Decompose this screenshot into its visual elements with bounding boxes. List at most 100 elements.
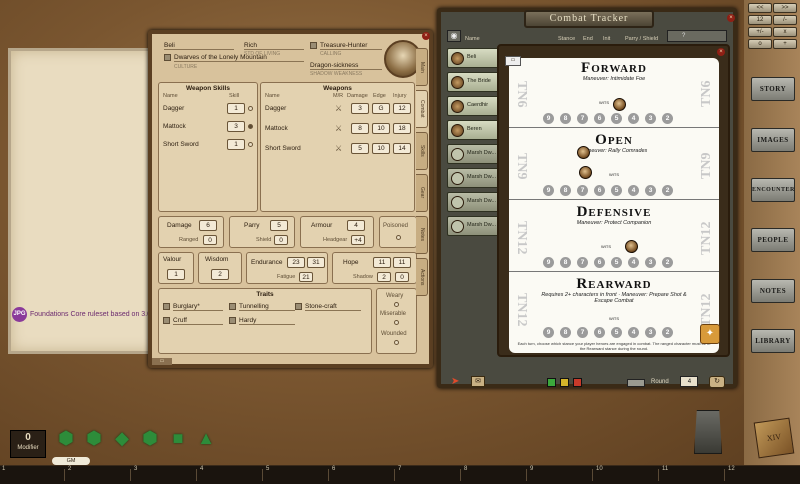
hotkey-slot[interactable]: 4 <box>200 466 203 472</box>
weapon-edge[interactable]: 10 <box>372 143 390 154</box>
hotkey-slot[interactable]: 12 <box>728 466 735 472</box>
poisoned-toggle[interactable] <box>396 235 401 240</box>
hotkey-slot[interactable]: 8 <box>464 466 467 472</box>
race-field[interactable]: Rich <box>244 42 304 50</box>
wits-number[interactable]: 2 <box>662 327 673 338</box>
close-icon[interactable]: × <box>717 48 725 56</box>
ct-row[interactable]: Beren <box>447 120 503 140</box>
ct-row[interactable]: Caerdhir <box>447 96 503 116</box>
tab-notes[interactable]: Notes <box>416 216 428 254</box>
ws-name[interactable]: Mattock <box>163 123 186 130</box>
hotkey-slot[interactable]: 3 <box>134 466 137 472</box>
endurance-max[interactable]: 31 <box>307 257 325 268</box>
hope-value[interactable]: 11 <box>373 257 391 268</box>
shadow-max[interactable]: 0 <box>395 272 409 282</box>
sidebar-library-button[interactable]: LIBRARY <box>751 329 795 353</box>
weapon-name[interactable]: Short Sword <box>265 145 301 152</box>
trait-item[interactable]: Tunnelling <box>239 303 295 311</box>
weapon-edge[interactable]: 10 <box>372 123 390 134</box>
d12-die-icon[interactable]: ⬢ <box>56 428 76 448</box>
ws-name[interactable]: Dagger <box>163 105 184 112</box>
ws-skill[interactable]: 3 <box>227 121 245 132</box>
wits-number[interactable]: 6 <box>594 327 605 338</box>
ct-neutral-icon[interactable] <box>560 378 569 387</box>
wits-number[interactable]: 4 <box>628 257 639 268</box>
trait-item[interactable]: Hardy <box>239 317 295 325</box>
wits-number[interactable]: 3 <box>645 113 656 124</box>
stance-card-window[interactable]: × ▭ TN6 TN6 Forward Maneuver: Intimidate… <box>497 44 730 357</box>
trait-checkbox[interactable] <box>295 303 302 310</box>
wits-number[interactable]: 9 <box>543 185 554 196</box>
wits-number[interactable]: 9 <box>543 257 554 268</box>
wits-number[interactable]: 8 <box>560 113 571 124</box>
headgear-value[interactable]: +4 <box>351 235 365 245</box>
armour-value[interactable]: 4 <box>347 220 365 231</box>
sidebar-story-button[interactable]: STORY <box>751 77 795 101</box>
shadow-weakness-field[interactable]: Dragon-sickness <box>310 62 382 70</box>
ws-favoured-dot[interactable] <box>248 124 253 129</box>
wits-number[interactable]: 6 <box>594 113 605 124</box>
wits-number[interactable]: 2 <box>662 185 673 196</box>
ct-row[interactable]: Marsh Dw... <box>447 168 503 188</box>
weapon-damage[interactable]: 8 <box>351 123 369 134</box>
tab-gear[interactable]: Gear <box>416 174 428 212</box>
wits-number[interactable]: 4 <box>628 113 639 124</box>
tab-main[interactable]: Main <box>416 48 428 86</box>
trait-checkbox[interactable] <box>229 303 236 310</box>
ct-row[interactable]: Marsh Dw... <box>447 192 503 212</box>
sidebar-encounter-button[interactable]: ENCOUNTER <box>751 178 795 202</box>
hotkey-slot[interactable]: 7 <box>398 466 401 472</box>
tab-combat[interactable]: Combat <box>416 90 428 128</box>
wits-number[interactable]: 9 <box>543 327 554 338</box>
sidebar-notes-button[interactable]: NOTES <box>751 279 795 303</box>
tool-button[interactable]: o <box>748 39 772 49</box>
trait-item[interactable]: Stone-craft <box>305 303 361 311</box>
miserable-toggle[interactable] <box>394 320 399 325</box>
stance-forward[interactable]: TN6 TN6 Forward Maneuver: Intimidate Foe… <box>509 58 719 128</box>
visibility-eye-icon[interactable]: ◉ <box>447 30 461 42</box>
next-round-icon[interactable]: ↻ <box>709 376 725 388</box>
d6-die-icon[interactable]: ⬢ <box>140 428 160 448</box>
hotkey-slot[interactable]: 2 <box>68 466 71 472</box>
character-token[interactable] <box>577 146 590 159</box>
culture-checkbox[interactable] <box>164 54 171 61</box>
weapon-injury[interactable]: 14 <box>393 143 411 154</box>
wits-number[interactable]: 5 <box>611 257 622 268</box>
ws-skill[interactable]: 1 <box>227 139 245 150</box>
d6-feat-die-icon[interactable]: ■ <box>168 428 188 448</box>
tab-actions[interactable]: Actions <box>416 258 428 296</box>
wounded-toggle[interactable] <box>394 340 399 345</box>
ct-friendly-icon[interactable] <box>547 378 556 387</box>
hotkey-slot[interactable]: 1 <box>2 466 5 472</box>
shadow-value[interactable]: 2 <box>377 272 391 282</box>
calling-checkbox[interactable] <box>310 42 317 49</box>
trait-item[interactable]: Burglary* <box>173 303 223 311</box>
stance-rearward[interactable]: TN12 TN12 Rearward Requires 2+ character… <box>509 274 719 344</box>
hotkey-slot[interactable]: 5 <box>266 466 269 472</box>
close-icon[interactable]: × <box>422 32 430 40</box>
shield-value[interactable]: 0 <box>274 235 288 245</box>
d8-die-icon[interactable]: ◆ <box>112 428 132 448</box>
d10-die-icon[interactable]: ⬢ <box>84 428 104 448</box>
culture-field[interactable]: Dwarves of the Lonely Mountain <box>174 54 304 62</box>
calling-field[interactable]: Treasure-Hunter <box>320 42 382 50</box>
ct-row[interactable]: Marsh Dw... <box>447 144 503 164</box>
hotkey-slot[interactable]: 9 <box>530 466 533 472</box>
wits-number[interactable]: 7 <box>577 185 588 196</box>
parry-value[interactable]: 5 <box>270 220 288 231</box>
weapon-injury[interactable]: 18 <box>393 123 411 134</box>
ct-row[interactable]: The Bride <box>447 72 503 92</box>
hotkey-slot[interactable]: 11 <box>662 466 668 472</box>
wits-number[interactable]: 3 <box>645 257 656 268</box>
tool-button[interactable]: >> <box>773 3 797 13</box>
character-sheet[interactable]: Beli Rich Treasure-Hunter STD OF LIVING … <box>148 30 433 368</box>
sidebar-images-button[interactable]: IMAGES <box>751 128 795 152</box>
wits-number[interactable]: 2 <box>662 113 673 124</box>
ct-hostile-icon[interactable] <box>573 378 582 387</box>
wits-number[interactable]: 5 <box>611 185 622 196</box>
trait-item[interactable]: Cruff <box>173 317 223 325</box>
sidebar-people-button[interactable]: PEOPLE <box>751 228 795 252</box>
tool-button[interactable]: x <box>773 27 797 37</box>
hotkey-slot[interactable]: 6 <box>332 466 335 472</box>
stance-defensive[interactable]: TN12 TN12 Defensive Maneuver: Protect Co… <box>509 202 719 272</box>
